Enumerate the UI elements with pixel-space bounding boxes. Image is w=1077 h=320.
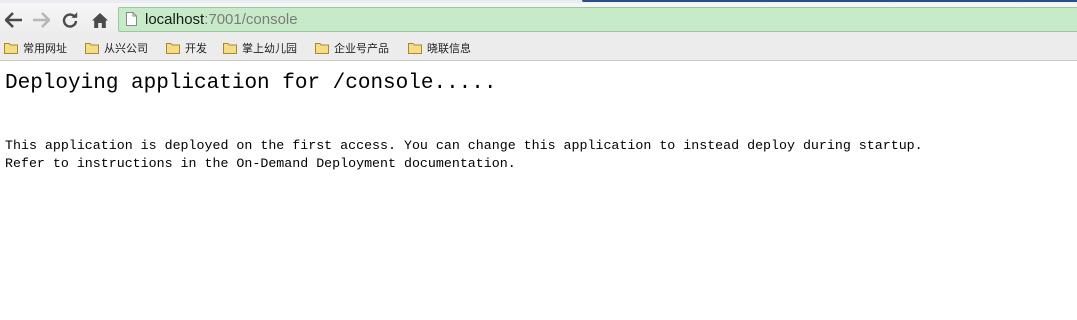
bookmark-label: 开发 — [185, 42, 207, 55]
folder-icon — [85, 43, 99, 54]
home-icon — [92, 12, 108, 28]
page-icon — [126, 12, 137, 26]
reload-button[interactable] — [59, 9, 81, 31]
message-line: Refer to instructions in the On-Demand D… — [5, 156, 516, 171]
address-bar[interactable]: localhost:7001/console — [118, 7, 1077, 32]
url-path: :7001/console — [204, 11, 298, 28]
bookmark-label: 企业号产品 — [334, 42, 389, 55]
page-heading: Deploying application for /console..... — [5, 72, 497, 95]
bookmark-label: 从兴公司 — [104, 42, 148, 55]
url-host: localhost — [145, 11, 205, 28]
back-button[interactable] — [3, 9, 25, 31]
folder-icon — [223, 43, 237, 54]
page-content: Deploying application for /console..... … — [0, 62, 1077, 320]
tab-edge — [582, 0, 1077, 2]
folder-icon — [315, 43, 329, 54]
forward-arrow-icon — [33, 12, 50, 28]
folder-icon — [4, 43, 18, 54]
bookmarks-bar: 常用网址 从兴公司 开发 掌上幼儿园 企业号产品 晓联信息 — [0, 36, 1077, 61]
home-button[interactable] — [89, 9, 111, 31]
reload-icon — [62, 12, 78, 28]
bookmark-label: 掌上幼儿园 — [242, 42, 297, 55]
folder-icon — [166, 43, 180, 54]
bookmark-folder[interactable]: 晓联信息 — [408, 39, 471, 57]
bookmark-folder[interactable]: 企业号产品 — [315, 39, 389, 57]
folder-icon — [408, 43, 422, 54]
back-arrow-icon — [5, 12, 22, 28]
forward-button[interactable] — [30, 9, 52, 31]
deployment-message: This application is deployed on the firs… — [5, 137, 923, 173]
bookmark-label: 常用网址 — [23, 42, 67, 55]
browser-toolbar: localhost:7001/console — [0, 3, 1077, 36]
bookmark-folder[interactable]: 掌上幼儿园 — [223, 39, 297, 57]
message-line: This application is deployed on the firs… — [5, 138, 923, 153]
bookmark-label: 晓联信息 — [427, 42, 471, 55]
bookmark-folder[interactable]: 常用网址 — [4, 39, 67, 57]
bookmark-folder[interactable]: 开发 — [166, 39, 207, 57]
bookmark-folder[interactable]: 从兴公司 — [85, 39, 148, 57]
url-text[interactable]: localhost:7001/console — [145, 11, 298, 29]
browser-window: localhost:7001/console 常用网址 从兴公司 开发 掌上幼儿… — [0, 0, 1077, 320]
